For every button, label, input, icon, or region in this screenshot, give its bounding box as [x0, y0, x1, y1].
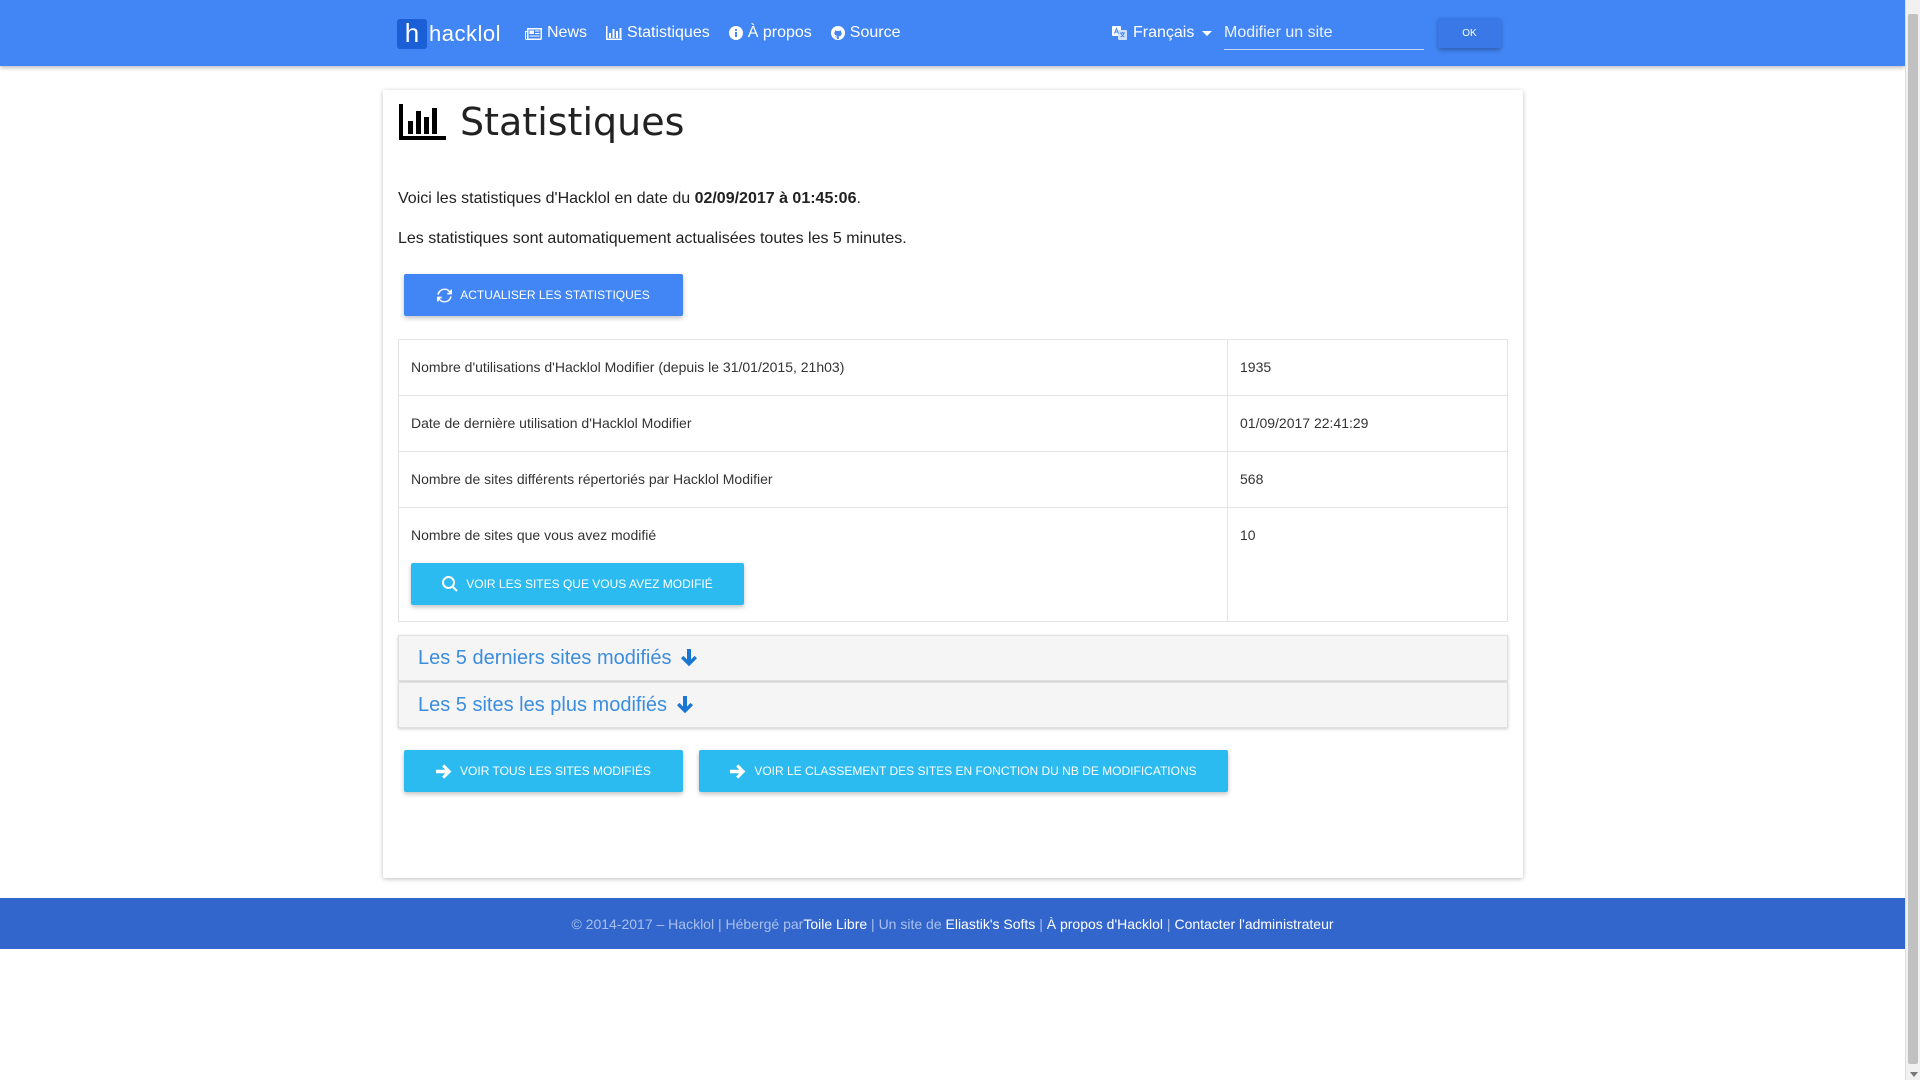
arrow-right-icon	[730, 763, 746, 779]
newspaper-icon	[525, 27, 542, 40]
refresh-icon	[437, 288, 453, 302]
stat-value: 01/09/2017 22:41:29	[1227, 395, 1508, 452]
panel-most-modified[interactable]: Les 5 sites les plus modifiés	[398, 682, 1508, 728]
navbar: h hacklol News Statistiques À propos Sou…	[0, 0, 1905, 66]
footer-contact-link[interactable]: Contacter l'administrateur	[1174, 916, 1333, 932]
auto-update-text: Les statistiques sont automatiquement ac…	[398, 230, 907, 247]
stat-value: 568	[1227, 451, 1508, 508]
nav-link-a-propos[interactable]: À propos	[728, 24, 812, 42]
stat-label: Nombre de sites que vous avez modifié	[411, 527, 657, 543]
translate-icon	[1112, 26, 1127, 40]
stats-table: Nombre d'utilisations d'Hacklol Modifier…	[398, 339, 1508, 622]
stat-label: Date de dernière utilisation d'Hacklol M…	[398, 395, 1228, 452]
modify-site-input[interactable]	[1224, 16, 1424, 50]
brand-logo[interactable]: h hacklol	[397, 19, 501, 49]
stat-cell-with-button: Nombre de sites que vous avez modifié Vo…	[398, 507, 1228, 622]
footer-separator: | Un site de	[867, 915, 946, 932]
nav-link-news[interactable]: News	[525, 24, 587, 42]
panel-last-modified[interactable]: Les 5 derniers sites modifiés	[398, 635, 1508, 681]
bar-chart-icon	[399, 104, 446, 140]
view-ranking-label: Voir le classement des sites en fonction…	[754, 764, 1197, 778]
page-scrollbar[interactable]	[1905, 0, 1920, 1080]
table-row: Nombre de sites que vous avez modifié Vo…	[398, 507, 1508, 622]
arrow-down-icon	[681, 649, 698, 667]
panel-title: Les 5 derniers sites modifiés	[418, 646, 672, 669]
intro-prefix: Voici les statistiques d'Hacklol en date…	[398, 190, 695, 207]
nav-link-source[interactable]: Source	[830, 24, 901, 42]
view-all-sites-button[interactable]: Voir tous les sites modifiés	[404, 750, 683, 792]
footer-about-link[interactable]: À propos d'Hacklol	[1047, 916, 1163, 932]
scrollbar-thumb[interactable]	[1908, 14, 1918, 1064]
intro-text: Voici les statistiques d'Hacklol en date…	[398, 190, 861, 208]
nav-link-label: Source	[849, 24, 901, 41]
view-my-sites-label: Voir les sites que vous avez modifié	[466, 577, 713, 591]
intro-date: 02/09/2017 à 01:45:06	[694, 190, 857, 207]
scroll-down-arrow-icon[interactable]	[1910, 1072, 1918, 1077]
table-row: Date de dernière utilisation d'Hacklol M…	[398, 395, 1508, 452]
nav-link-label: À propos	[747, 24, 812, 41]
view-my-sites-button[interactable]: Voir les sites que vous avez modifié	[411, 563, 744, 605]
github-icon	[830, 26, 845, 40]
stat-value: 1935	[1227, 339, 1508, 396]
ok-button[interactable]: OK	[1438, 18, 1501, 48]
main-card: Statistiques Voici les statistiques d'Ha…	[383, 90, 1523, 878]
table-row: Nombre d'utilisations d'Hacklol Modifier…	[398, 339, 1508, 396]
nav-link-statistiques[interactable]: Statistiques	[606, 24, 710, 42]
refresh-stats-button[interactable]: Actualiser les statistiques	[404, 274, 683, 316]
language-dropdown[interactable]: Français	[1112, 0, 1213, 66]
view-ranking-button[interactable]: Voir le classement des sites en fonction…	[699, 750, 1228, 792]
footer-separator: |	[1163, 915, 1175, 932]
footer: © 2014-2017 – Hacklol | Hébergé par Toil…	[0, 898, 1905, 949]
footer-copyright: © 2014-2017 – Hacklol | Hébergé par	[571, 915, 804, 932]
stat-label: Nombre de sites différents répertoriés p…	[398, 451, 1228, 508]
nav-link-label: News	[547, 24, 588, 41]
search-icon	[442, 576, 458, 592]
footer-author-link[interactable]: Eliastik's Softs	[946, 916, 1036, 932]
caret-down-icon	[1202, 30, 1213, 36]
language-label: Français	[1133, 24, 1195, 41]
brand-name: hacklol	[429, 21, 501, 46]
page-title-text: Statistiques	[460, 100, 685, 144]
arrow-right-icon	[436, 763, 452, 779]
refresh-stats-label: Actualiser les statistiques	[460, 288, 650, 302]
intro-suffix: .	[856, 190, 861, 207]
page-title: Statistiques	[399, 100, 684, 144]
bar-chart-icon	[606, 26, 623, 40]
table-row: Nombre de sites différents répertoriés p…	[398, 451, 1508, 508]
footer-host-link[interactable]: Toile Libre	[803, 916, 867, 932]
info-circle-icon	[728, 26, 743, 40]
brand-logo-box: h	[397, 19, 427, 49]
nav-links: News Statistiques À propos Source	[525, 0, 900, 66]
arrow-down-icon	[677, 696, 694, 714]
stat-value: 10	[1227, 507, 1508, 622]
panel-title: Les 5 sites les plus modifiés	[418, 693, 668, 716]
nav-link-label: Statistiques	[627, 24, 710, 41]
stat-label: Nombre d'utilisations d'Hacklol Modifier…	[398, 339, 1228, 396]
footer-separator: |	[1035, 915, 1047, 932]
view-all-sites-label: Voir tous les sites modifiés	[460, 764, 651, 778]
